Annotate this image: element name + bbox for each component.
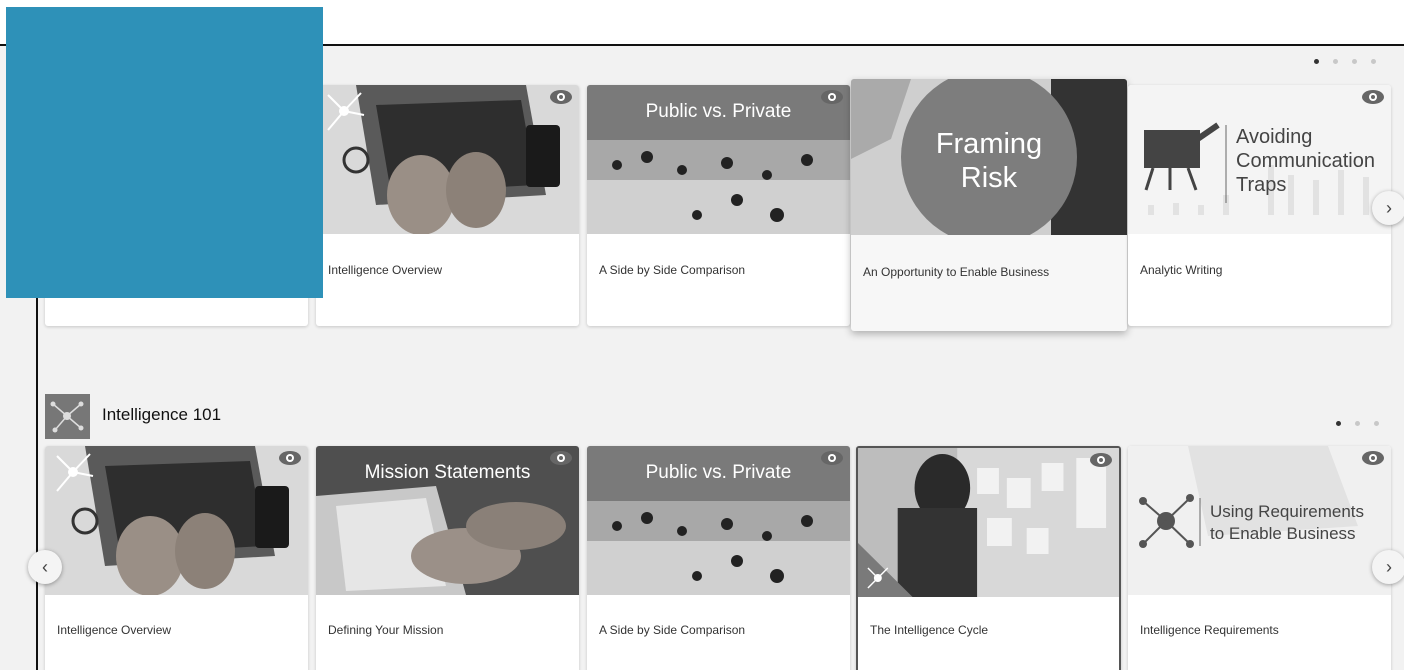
course-card[interactable]: Intelligence Overview bbox=[45, 446, 308, 670]
carousel1-dot-1[interactable] bbox=[1314, 59, 1319, 64]
course-card-selected[interactable]: The Intelligence Cycle bbox=[856, 446, 1121, 670]
view-eye-icon[interactable] bbox=[1361, 89, 1385, 105]
carousel2-dot-3[interactable] bbox=[1374, 421, 1379, 426]
view-eye-icon[interactable] bbox=[1089, 452, 1113, 468]
card-image-title-line2: to Enable Business bbox=[1210, 524, 1356, 543]
card-image-title: Mission Statements bbox=[364, 462, 531, 483]
view-eye-icon[interactable] bbox=[820, 89, 844, 105]
carousel2-pagination bbox=[1336, 421, 1379, 426]
card-image-title-line1: Using Requirements bbox=[1210, 502, 1365, 521]
card-thumbnail: Mission Statements bbox=[316, 446, 579, 595]
course-card-hovered[interactable]: Framing Risk An Opportunity to Enable Bu… bbox=[851, 79, 1127, 331]
card-caption: Intelligence Requirements bbox=[1140, 623, 1279, 637]
carousel1-dot-4[interactable] bbox=[1371, 59, 1376, 64]
card-thumbnail: Public vs. Private bbox=[587, 446, 850, 595]
course-card[interactable]: Public vs. Private A Side by Side Compar… bbox=[587, 85, 850, 326]
network-icon bbox=[45, 394, 90, 439]
card-image-title-line1: Framing bbox=[935, 128, 1043, 160]
card-image-title: Public vs. Private bbox=[645, 101, 792, 122]
card-thumbnail: Public vs. Private bbox=[587, 85, 850, 234]
carousel2-dot-1[interactable] bbox=[1336, 421, 1341, 426]
course-card[interactable]: Mission Statements Defining Your Mission bbox=[316, 446, 579, 670]
blue-overlay-panel bbox=[6, 7, 323, 298]
card-caption: Defining Your Mission bbox=[328, 623, 444, 637]
carousel1-dot-3[interactable] bbox=[1352, 59, 1357, 64]
view-eye-icon[interactable] bbox=[549, 89, 573, 105]
card-thumbnail: Using Requirements to Enable Business bbox=[1128, 446, 1391, 595]
card-thumbnail bbox=[316, 85, 579, 234]
card-thumbnail: Avoiding Communication Traps bbox=[1128, 85, 1391, 234]
course-card[interactable]: Public vs. Private A Side by Side Compar… bbox=[587, 446, 850, 670]
card-thumbnail bbox=[858, 448, 1119, 597]
carousel2-next-arrow[interactable]: › bbox=[1372, 550, 1404, 584]
carousel2-dot-2[interactable] bbox=[1355, 421, 1360, 426]
view-eye-icon[interactable] bbox=[549, 450, 573, 466]
course-card[interactable]: Intelligence Overview bbox=[316, 85, 579, 326]
card-caption: Intelligence Overview bbox=[328, 263, 443, 277]
course-card[interactable]: Using Requirements to Enable Business In… bbox=[1128, 446, 1391, 670]
view-eye-icon[interactable] bbox=[278, 450, 302, 466]
card-image-title-line1: Avoiding bbox=[1236, 126, 1313, 148]
card-caption: A Side by Side Comparison bbox=[599, 623, 746, 637]
card-thumbnail bbox=[45, 446, 308, 595]
carousel2-prev-arrow[interactable]: ‹ bbox=[28, 550, 62, 584]
card-caption: An Opportunity to Enable Business bbox=[863, 265, 1050, 279]
section-title[interactable]: Intelligence 101 bbox=[102, 405, 221, 425]
card-image-title-line2: Risk bbox=[960, 162, 1018, 194]
card-thumbnail: Framing Risk bbox=[851, 79, 1127, 235]
card-caption: The Intelligence Cycle bbox=[870, 623, 989, 637]
carousel1-pagination bbox=[1314, 59, 1376, 64]
card-image-title: Public vs. Private bbox=[645, 462, 792, 483]
carousel1-next-arrow[interactable]: › bbox=[1372, 191, 1404, 225]
card-image-title-line2: Communication bbox=[1236, 150, 1375, 172]
view-eye-icon[interactable] bbox=[820, 450, 844, 466]
card-image-title-line3: Traps bbox=[1236, 174, 1287, 196]
card-caption: Analytic Writing bbox=[1140, 263, 1223, 277]
card-caption: Intelligence Overview bbox=[57, 623, 172, 637]
carousel1-dot-2[interactable] bbox=[1333, 59, 1338, 64]
course-card[interactable]: Avoiding Communication Traps Analytic Wr… bbox=[1128, 85, 1391, 326]
view-eye-icon[interactable] bbox=[1361, 450, 1385, 466]
card-caption: A Side by Side Comparison bbox=[599, 263, 746, 277]
